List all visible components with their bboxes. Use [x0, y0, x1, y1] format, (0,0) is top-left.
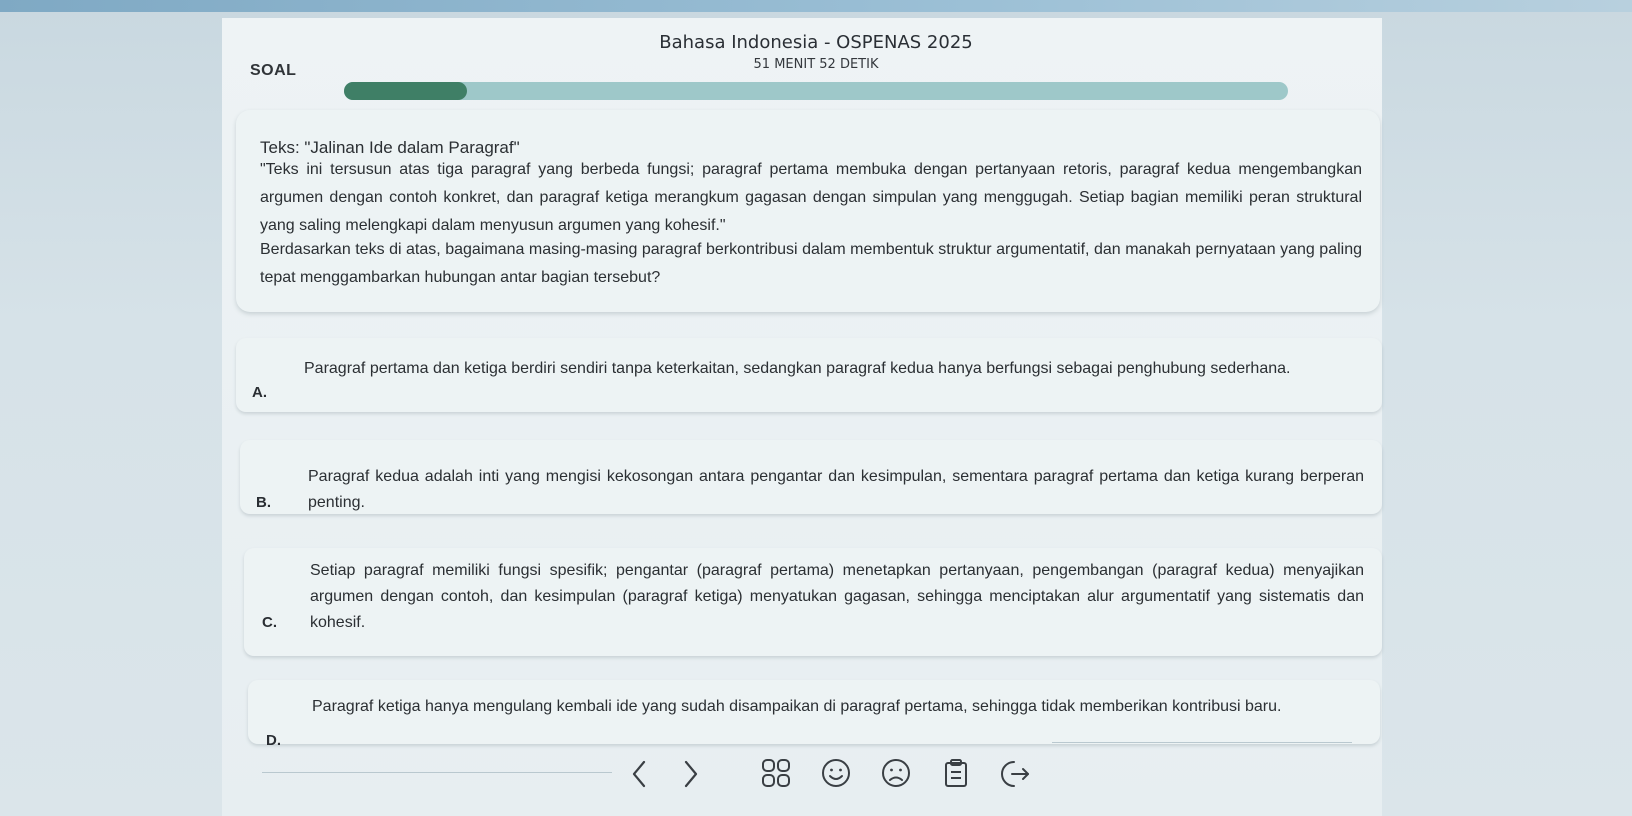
option-c-text: Setiap paragraf memiliki fungsi spesifik… — [310, 562, 1364, 631]
option-a-letter: A. — [252, 384, 267, 401]
question-title: Teks: "Jalinan Ide dalam Paragraf" — [260, 138, 520, 157]
chevron-left-icon[interactable] — [620, 754, 660, 794]
exit-icon[interactable] — [996, 754, 1036, 794]
option-a-text: Paragraf pertama dan ketiga berdiri send… — [304, 360, 1291, 377]
exam-title: Bahasa Indonesia - OSPENAS 2025 — [659, 32, 973, 53]
sad-icon[interactable] — [876, 754, 916, 794]
option-b-letter: B. — [256, 494, 271, 511]
bottom-navigation — [620, 754, 1040, 804]
question-quote: "Teks ini tersusun atas tiga paragraf ya… — [260, 161, 1362, 234]
divider — [262, 772, 612, 773]
question-prompt: Berdasarkan teks di atas, bagaimana masi… — [260, 241, 1362, 286]
divider — [1052, 742, 1352, 743]
option-c-letter: C. — [262, 614, 277, 631]
progress-bar — [344, 82, 1288, 100]
clipboard-icon[interactable] — [936, 754, 976, 794]
option-b-text: Paragraf kedua adalah inti yang mengisi … — [308, 468, 1364, 511]
smile-icon[interactable] — [816, 754, 856, 794]
progress-fill — [344, 82, 467, 100]
grid-icon[interactable] — [756, 754, 796, 794]
option-d-text: Paragraf ketiga hanya mengulang kembali … — [312, 698, 1282, 715]
countdown-timer: 51 MENIT 52 DETIK — [753, 57, 879, 72]
chevron-right-icon[interactable] — [670, 754, 710, 794]
top-strip — [0, 0, 1632, 12]
option-d-letter: D. — [266, 732, 281, 749]
